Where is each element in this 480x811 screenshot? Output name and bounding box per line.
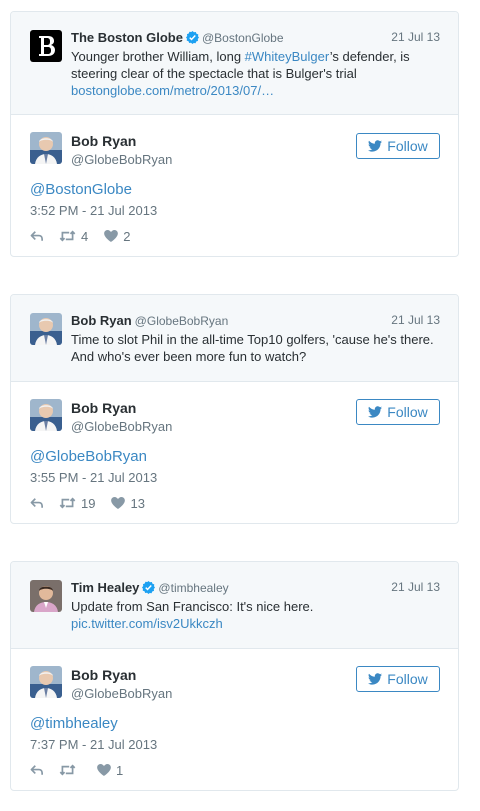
- quoted-text: Update from San Francisco: It's nice her…: [71, 598, 440, 632]
- verified-badge-icon: [142, 581, 155, 594]
- author-avatar[interactable]: [30, 666, 62, 698]
- retweet-count: 19: [81, 495, 96, 511]
- quoted-date[interactable]: 21 Jul 13: [391, 313, 440, 327]
- retweet-icon: [59, 497, 76, 509]
- heart-icon: [111, 497, 125, 509]
- twitter-bird-icon: [368, 673, 382, 685]
- follow-label: Follow: [387, 671, 428, 687]
- quoted-date[interactable]: 21 Jul 13: [391, 30, 440, 44]
- reply-icon: [30, 764, 44, 776]
- quoted-text-part: Update from San Francisco: It's nice her…: [71, 599, 314, 614]
- quoted-author-handle[interactable]: @GlobeBobRyan: [135, 314, 229, 328]
- reply-button[interactable]: [30, 497, 44, 509]
- verified-badge-icon: [186, 31, 199, 44]
- quoted-author-handle[interactable]: @BostonGlobe: [202, 31, 284, 45]
- tweet-timestamp[interactable]: 3:55 PM - 21 Jul 2013: [30, 470, 157, 485]
- author-handle[interactable]: @GlobeBobRyan: [71, 686, 172, 701]
- quoted-tweet[interactable]: Bob Ryan @GlobeBobRyan 21 Jul 13 Time to …: [11, 295, 458, 382]
- like-button[interactable]: 13: [111, 495, 145, 511]
- retweet-icon: [59, 764, 76, 776]
- like-count: 1: [116, 762, 124, 778]
- tweet-actions: 19 13: [30, 495, 145, 511]
- hashtag-link[interactable]: #WhiteyBulger: [245, 49, 330, 64]
- follow-label: Follow: [387, 404, 428, 420]
- tweet-timestamp[interactable]: 7:37 PM - 21 Jul 2013: [30, 737, 157, 752]
- author-avatar[interactable]: [30, 132, 62, 164]
- quoted-header: Tim Healey @timbhealey: [71, 580, 229, 595]
- reply-button[interactable]: [30, 764, 44, 776]
- heart-icon: [104, 230, 118, 242]
- quoted-url-link[interactable]: pic.twitter.com/isv2Ukkczh: [71, 615, 440, 632]
- quoted-author-name[interactable]: Tim Healey: [71, 580, 139, 595]
- quoted-author-avatar[interactable]: [30, 313, 62, 345]
- quoted-text: Time to slot Phil in the all-time Top10 …: [71, 332, 434, 364]
- author-handle[interactable]: @GlobeBobRyan: [71, 419, 172, 434]
- tweet-actions: 4 2: [30, 228, 130, 244]
- like-count: 13: [130, 495, 145, 511]
- author-name[interactable]: Bob Ryan: [71, 667, 136, 683]
- quoted-tweet[interactable]: Tim Healey @timbhealey 21 Jul 13 Update f…: [11, 562, 458, 649]
- retweet-icon: [59, 230, 76, 242]
- quoted-text: Younger brother William, long #WhiteyBul…: [71, 48, 440, 99]
- reply-button[interactable]: [30, 230, 44, 242]
- boston-globe-logo-icon[interactable]: [30, 30, 62, 62]
- quoted-author-avatar[interactable]: [30, 580, 62, 612]
- follow-button[interactable]: Follow: [356, 399, 440, 425]
- tweet-card-3: Tim Healey @timbhealey 21 Jul 13 Update f…: [10, 561, 459, 791]
- quoted-author-name[interactable]: The Boston Globe: [71, 30, 183, 45]
- mention-link[interactable]: @BostonGlobe: [30, 181, 132, 198]
- reply-icon: [30, 230, 44, 242]
- quoted-tweet[interactable]: The Boston Globe @BostonGlobe 21 Jul 13 Y…: [11, 12, 458, 115]
- retweet-button[interactable]: 4: [59, 229, 88, 244]
- retweet-button[interactable]: 19: [59, 496, 95, 511]
- retweet-count: 4: [81, 228, 89, 244]
- tweet-card-1: The Boston Globe @BostonGlobe 21 Jul 13 Y…: [10, 11, 459, 257]
- author-avatar[interactable]: [30, 399, 62, 431]
- quoted-author-handle[interactable]: @timbhealey: [158, 581, 228, 595]
- tweet-card-2: Bob Ryan @GlobeBobRyan 21 Jul 13 Time to …: [10, 294, 459, 524]
- quoted-header: The Boston Globe @BostonGlobe: [71, 30, 284, 45]
- quoted-url-link[interactable]: bostonglobe.com/metro/2013/07/…: [71, 82, 440, 99]
- tweet-actions: 1: [30, 762, 123, 778]
- follow-button[interactable]: Follow: [356, 666, 440, 692]
- mention-link[interactable]: @timbhealey: [30, 715, 118, 732]
- like-count: 2: [123, 228, 131, 244]
- author-name[interactable]: Bob Ryan: [71, 400, 136, 416]
- quoted-header: Bob Ryan @GlobeBobRyan: [71, 313, 228, 328]
- quoted-author-name[interactable]: Bob Ryan: [71, 313, 132, 328]
- author-name[interactable]: Bob Ryan: [71, 133, 136, 149]
- author-handle[interactable]: @GlobeBobRyan: [71, 152, 172, 167]
- retweet-button[interactable]: [59, 764, 81, 776]
- heart-icon: [97, 764, 111, 776]
- tweet-timestamp[interactable]: 3:52 PM - 21 Jul 2013: [30, 203, 157, 218]
- twitter-bird-icon: [368, 140, 382, 152]
- like-button[interactable]: 2: [104, 229, 130, 244]
- follow-label: Follow: [387, 138, 428, 154]
- like-button[interactable]: 1: [97, 763, 123, 778]
- quoted-text-part: Younger brother William, long: [71, 49, 245, 64]
- follow-button[interactable]: Follow: [356, 133, 440, 159]
- quoted-date[interactable]: 21 Jul 13: [391, 580, 440, 594]
- twitter-bird-icon: [368, 406, 382, 418]
- reply-icon: [30, 497, 44, 509]
- mention-link[interactable]: @GlobeBobRyan: [30, 448, 147, 465]
